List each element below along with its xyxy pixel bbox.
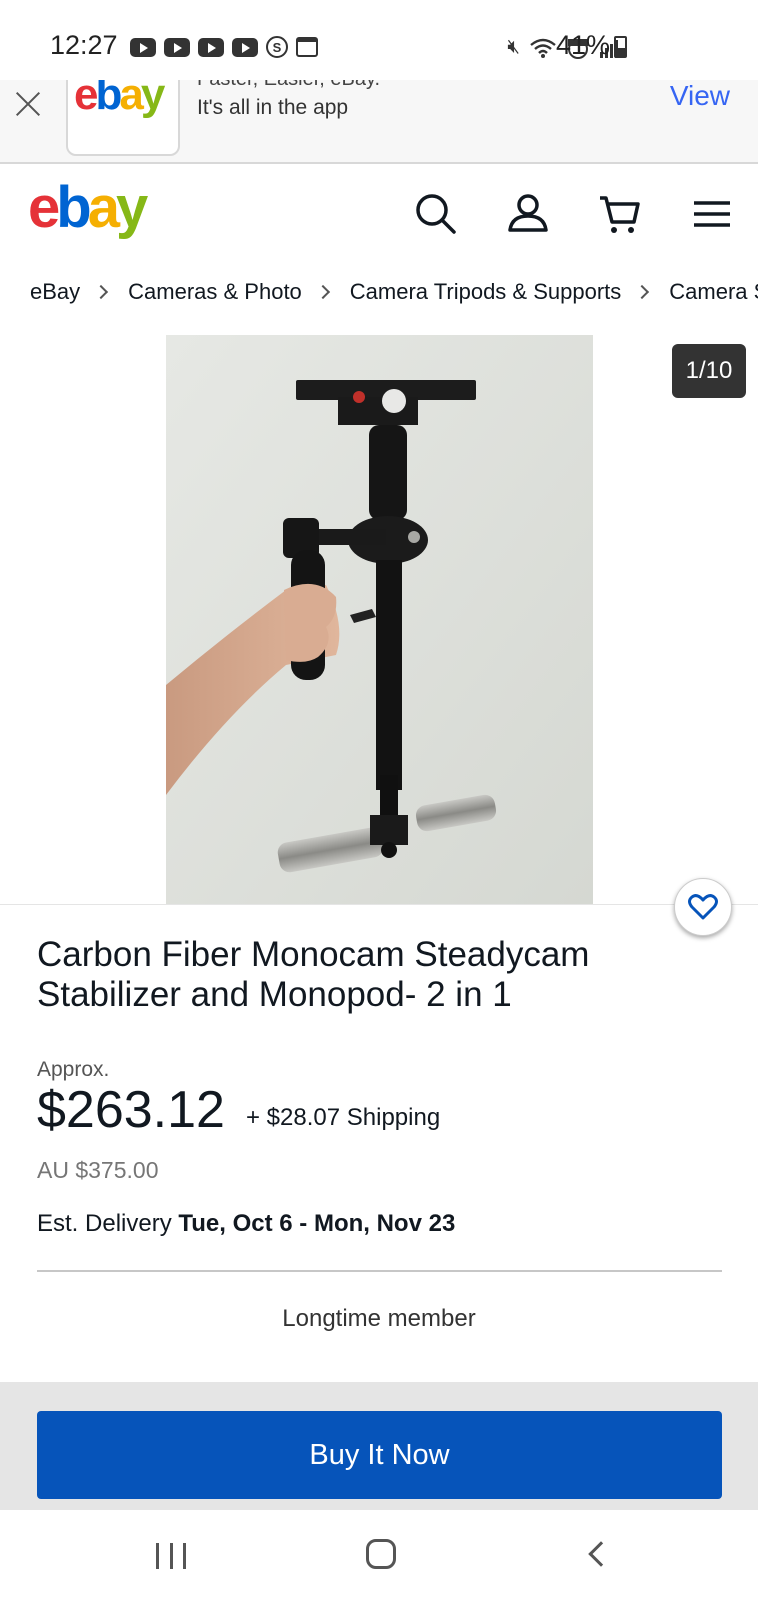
cart-icon[interactable] — [596, 190, 644, 238]
app-logo: ebay — [66, 80, 180, 156]
status-time: 12:27 — [50, 30, 118, 60]
battery-percentage: 41% — [556, 30, 611, 60]
back-icon[interactable] — [588, 1541, 614, 1567]
estimated-delivery: Est. Delivery Tue, Oct 6 - Mon, Nov 23 — [37, 1210, 455, 1238]
approx-label: Approx. — [37, 1058, 110, 1081]
product-image[interactable] — [166, 335, 593, 904]
breadcrumb-link-cameras-photo[interactable]: Cameras & Photo — [128, 279, 302, 305]
stabilizer-photo — [166, 335, 593, 904]
youtube-icon — [164, 37, 190, 57]
s-app-icon: S — [266, 36, 288, 58]
image-counter: 1/10 — [672, 344, 746, 398]
ebay-logo[interactable]: ebay — [28, 174, 148, 241]
youtube-icon — [130, 37, 156, 57]
menu-icon[interactable] — [688, 190, 736, 238]
banner-tagline: Faster, Easier, eBay. — [197, 80, 380, 91]
chevron-right-icon — [315, 284, 330, 300]
system-nav-bar — [0, 1510, 758, 1600]
original-price: AU $375.00 — [37, 1157, 159, 1183]
delivery-label: Est. Delivery — [37, 1210, 172, 1237]
user-icon[interactable] — [504, 190, 552, 238]
ebay-logo: ebay — [74, 80, 165, 119]
banner-subtitle: It's all in the app — [197, 96, 349, 119]
status-bar: 12:27 S 🔇︎ 41% — [0, 0, 758, 80]
battery-icon — [614, 36, 627, 58]
buy-section: Buy It Now — [0, 1382, 758, 1510]
heart-icon — [688, 894, 718, 920]
watch-button[interactable] — [674, 878, 732, 936]
image-gallery: 1/10 — [0, 320, 758, 905]
item-price: $263.12 — [37, 1081, 225, 1139]
app-install-banner: ebay Faster, Easier, eBay. It's all in t… — [0, 80, 758, 164]
home-icon[interactable] — [366, 1539, 396, 1569]
search-icon[interactable] — [412, 190, 460, 238]
notification-icons: S — [130, 36, 318, 58]
site-header: ebay — [0, 166, 758, 266]
chevron-right-icon — [94, 284, 109, 300]
item-title: Carbon Fiber Monocam Steadycam Stabilize… — [37, 935, 590, 1014]
shipping-cost: + $28.07 Shipping — [246, 1104, 441, 1131]
close-icon[interactable] — [12, 88, 44, 120]
breadcrumb: eBay Cameras & Photo Camera Tripods & Su… — [30, 272, 758, 312]
mute-icon: 🔇︎ — [507, 36, 520, 58]
chevron-right-icon — [635, 284, 650, 300]
youtube-icon — [198, 37, 224, 57]
wifi-icon — [530, 38, 556, 58]
breadcrumb-link-camera-stabilizers[interactable]: Camera Stabilizers — [669, 279, 758, 305]
youtube-icon — [232, 37, 258, 57]
delivery-dates: Tue, Oct 6 - Mon, Nov 23 — [178, 1210, 456, 1237]
buy-it-now-button[interactable]: Buy It Now — [37, 1411, 722, 1499]
recent-apps-icon[interactable] — [156, 1543, 186, 1569]
seller-badge: Longtime member — [282, 1305, 476, 1332]
divider — [37, 1270, 722, 1272]
breadcrumb-link-tripods-supports[interactable]: Camera Tripods & Supports — [350, 279, 621, 305]
breadcrumb-link-ebay[interactable]: eBay — [30, 279, 80, 305]
calendar-icon — [296, 37, 318, 57]
view-app-link[interactable]: View — [670, 80, 730, 112]
